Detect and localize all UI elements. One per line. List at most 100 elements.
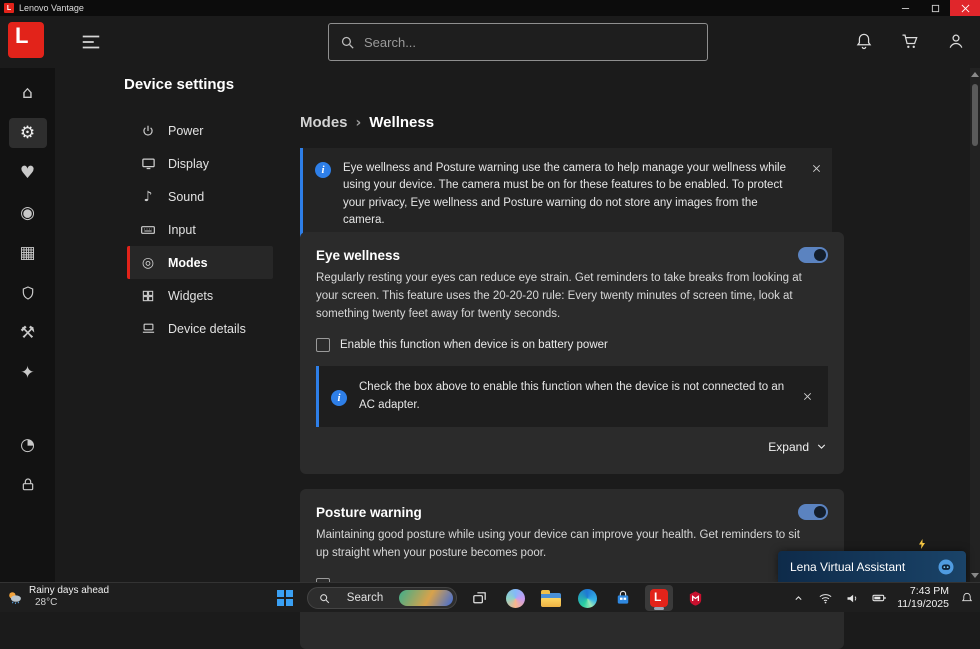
bolt-icon xyxy=(916,537,928,551)
rail-performance-button[interactable]: ◔ xyxy=(9,430,47,460)
camera-banner-text: Eye wellness and Posture warning use the… xyxy=(343,160,799,229)
rail-security-button[interactable] xyxy=(9,278,47,308)
eye-wellness-description: Regularly resting your eyes can reduce e… xyxy=(300,263,820,323)
chevron-right-icon: › xyxy=(356,115,362,131)
expand-control[interactable]: Expand xyxy=(316,440,828,454)
scroll-up-arrow[interactable] xyxy=(971,72,979,77)
posture-warning-toggle[interactable] xyxy=(798,504,828,520)
bell-icon xyxy=(960,591,974,605)
vertical-scrollbar[interactable] xyxy=(970,68,980,582)
device-settings-panel: Device settings Power Display ♪ Sound In… xyxy=(55,68,300,582)
edge-icon xyxy=(578,589,597,608)
shield-icon xyxy=(20,285,36,301)
ac-adapter-info-banner: i Check the box above to enable this fun… xyxy=(316,366,828,427)
taskbar-search[interactable]: Search xyxy=(307,587,457,609)
sidebar-item-label: Widgets xyxy=(168,289,213,303)
scrollbar-thumb[interactable] xyxy=(972,84,978,146)
search-highlight-image xyxy=(399,590,453,606)
sidebar-item-modes[interactable]: ◎ Modes xyxy=(127,246,273,279)
volume-button[interactable] xyxy=(843,589,861,607)
sidebar-item-label: Input xyxy=(168,223,196,237)
app-header: L xyxy=(0,16,980,68)
folder-icon xyxy=(541,593,561,607)
search-icon xyxy=(318,592,331,605)
lena-virtual-assistant[interactable]: Lena Virtual Assistant xyxy=(778,551,966,582)
sparkle-icon: ✦ xyxy=(20,363,34,383)
battery-button[interactable] xyxy=(870,589,888,607)
mcafee-shield-icon xyxy=(687,590,704,607)
copilot-button[interactable] xyxy=(501,585,529,611)
lenovo-vantage-taskbar-button[interactable]: L xyxy=(645,585,673,611)
minimize-button[interactable] xyxy=(890,0,920,16)
breadcrumb-modes-link[interactable]: Modes xyxy=(300,114,348,131)
posture-warning-description: Maintaining good posture while using you… xyxy=(300,520,820,563)
home-icon: ⌂ xyxy=(22,83,33,103)
window-title: Lenovo Vantage xyxy=(19,3,84,13)
rail-apps-button[interactable]: ▦ xyxy=(9,238,47,268)
main-content: Modes › Wellness i Eye wellness and Post… xyxy=(300,68,844,612)
banner-close-button[interactable] xyxy=(811,160,822,176)
ac-banner-close-button[interactable] xyxy=(802,389,818,405)
eye-wellness-title: Eye wellness xyxy=(316,248,400,263)
menu-toggle-button[interactable] xyxy=(80,30,104,54)
bell-icon xyxy=(854,31,874,51)
rail-device-settings-button[interactable]: ⚙ xyxy=(9,118,47,148)
weather-headline: Rainy days ahead xyxy=(29,585,109,597)
rail-home-button[interactable]: ⌂ xyxy=(9,78,47,108)
battery-power-checkbox[interactable] xyxy=(316,338,330,352)
battery-icon xyxy=(871,590,887,606)
heart-icon: ♥ xyxy=(20,163,35,183)
chevron-down-icon xyxy=(815,440,828,453)
lenovo-logo[interactable]: L xyxy=(8,22,44,58)
maximize-button[interactable] xyxy=(920,0,950,16)
rail-power-button[interactable]: ◉ xyxy=(9,198,47,228)
copilot-icon xyxy=(506,589,525,608)
eye-wellness-toggle[interactable] xyxy=(798,247,828,263)
system-tray: 7:43 PM 11/19/2025 xyxy=(789,583,976,613)
search-box[interactable] xyxy=(328,23,708,61)
notifications-button[interactable] xyxy=(854,30,876,52)
page-title: Device settings xyxy=(124,76,300,93)
sidebar-item-power[interactable]: Power xyxy=(127,114,273,147)
sidebar-item-device-details[interactable]: Device details xyxy=(127,312,273,345)
scroll-down-arrow[interactable] xyxy=(971,573,979,578)
start-button[interactable] xyxy=(271,585,299,611)
power-icon xyxy=(140,123,156,139)
rail-wellness-button[interactable]: ♥ xyxy=(9,158,47,188)
clock-time: 7:43 PM xyxy=(897,585,949,598)
rail-privacy-button[interactable] xyxy=(9,470,47,500)
info-icon: i xyxy=(331,390,347,406)
close-button[interactable] xyxy=(950,0,980,16)
taskbar-weather-widget[interactable]: Rainy days ahead 28°C xyxy=(6,585,109,609)
power-status-icon: ◉ xyxy=(20,203,35,223)
clock[interactable]: 7:43 PM 11/19/2025 xyxy=(897,585,949,611)
modes-icon: ◎ xyxy=(140,255,156,271)
microsoft-store-button[interactable] xyxy=(609,585,637,611)
sidebar-item-display[interactable]: Display xyxy=(127,147,273,180)
clock-date: 11/19/2025 xyxy=(897,598,949,611)
account-button[interactable] xyxy=(946,30,968,52)
display-icon xyxy=(140,156,156,172)
sidebar-item-sound[interactable]: ♪ Sound xyxy=(127,180,273,213)
lena-label: Lena Virtual Assistant xyxy=(790,560,905,574)
chevron-up-icon xyxy=(792,592,805,605)
sidebar-item-label: Modes xyxy=(168,256,208,270)
cart-button[interactable] xyxy=(900,30,922,52)
task-view-button[interactable] xyxy=(465,585,493,611)
rail-smart-tips-button[interactable]: ✦ xyxy=(9,358,47,388)
notification-center-button[interactable] xyxy=(958,589,976,607)
sidebar-item-input[interactable]: Input xyxy=(127,213,273,246)
mcafee-button[interactable] xyxy=(681,585,709,611)
search-input[interactable] xyxy=(364,35,697,50)
widgets-icon xyxy=(140,288,156,304)
sound-icon: ♪ xyxy=(140,189,156,205)
network-button[interactable] xyxy=(816,589,834,607)
rail-toolbox-button[interactable]: ⚒ xyxy=(9,318,47,348)
file-explorer-button[interactable] xyxy=(537,585,565,611)
sidebar-item-label: Power xyxy=(168,124,203,138)
sidebar-item-widgets[interactable]: Widgets xyxy=(127,279,273,312)
user-icon xyxy=(946,31,966,51)
edge-button[interactable] xyxy=(573,585,601,611)
sidebar-item-label: Display xyxy=(168,157,209,171)
hidden-icons-button[interactable] xyxy=(789,589,807,607)
